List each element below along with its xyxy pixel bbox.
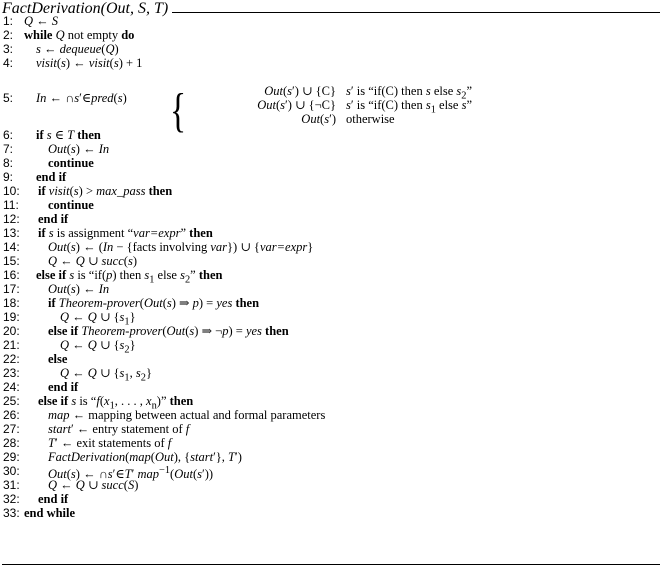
line-code: T′ ← exit statements of f	[48, 436, 172, 450]
line-number: 23:	[3, 366, 20, 380]
line-number: 6:	[3, 128, 14, 142]
line-number: 8:	[3, 156, 14, 170]
line-number: 7:	[3, 142, 14, 156]
line-code: continue	[48, 156, 94, 170]
line-number: 13:	[3, 226, 20, 240]
line-code: if s is assignment “var=expr” then	[38, 226, 213, 240]
line-number: 32:	[3, 492, 20, 506]
line-number: 16:	[3, 268, 20, 282]
line-number: 22:	[3, 352, 20, 366]
case-condition: otherwise	[346, 112, 395, 126]
line-code: Out(s) ← In	[48, 282, 110, 296]
line-code: Out(s) ← (In − {facts involving var}) ∪ …	[48, 240, 314, 254]
line-number: 26:	[3, 408, 20, 422]
line-number: 10:	[3, 184, 20, 198]
algorithm-header: FactDerivation(Out, S, T)	[2, 0, 660, 18]
line-number: 21:	[3, 338, 20, 352]
line-number: 30:	[3, 464, 20, 478]
line-number: 29:	[3, 450, 20, 464]
line-code: if visit(s) > max_pass then	[38, 184, 173, 198]
line-number: 27:	[3, 422, 20, 436]
line-number: 24:	[3, 380, 20, 394]
case-expression: Out(s′)	[301, 112, 336, 126]
line-number: 25:	[3, 394, 20, 408]
line-code: else if Theorem-prover(Out(s) ⇒ ¬p) = ye…	[48, 324, 289, 338]
case-expression: Out(s′) ∪ {¬C}	[257, 98, 336, 112]
left-brace: {	[170, 84, 187, 137]
line-code: Q ← Q ∪ succ(s)	[48, 254, 137, 268]
line-number: 15:	[3, 254, 20, 268]
line-code: start′ ← entry statement of f	[48, 422, 190, 436]
line-number: 5:	[3, 91, 14, 105]
line-code: map ← mapping between actual and formal …	[48, 408, 326, 422]
line-number: 9:	[3, 170, 14, 184]
line-number: 18:	[3, 296, 20, 310]
line-code: FactDerivation(map(Out), {start′}, T′)	[48, 450, 242, 464]
line-code: if s ∈ T then	[36, 128, 101, 142]
line-code: s ← dequeue(Q)	[36, 42, 119, 56]
line-code: Q ← Q ∪ succ(S)	[48, 478, 139, 492]
line-number: 3:	[3, 42, 14, 56]
line-number: 4:	[3, 56, 14, 70]
line-code: Q ← S	[24, 14, 59, 28]
line-number: 31:	[3, 478, 20, 492]
line-code: if Theorem-prover(Out(s) ⇒ p) = yes then	[48, 296, 260, 310]
case-expression: Out(s′) ∪ {C}	[264, 84, 336, 98]
line-code: while Q not empty do	[24, 28, 135, 42]
bottom-rule	[2, 564, 660, 565]
line-code: visit(s) ← visit(s) + 1	[36, 56, 143, 70]
line-number: 11:	[3, 198, 19, 212]
line-number: 17:	[3, 282, 20, 296]
line-number: 28:	[3, 436, 20, 450]
line-number: 14:	[3, 240, 20, 254]
line-code: Q ← Q ∪ {s2}	[60, 338, 136, 356]
line-number: 20:	[3, 324, 20, 338]
line-code: In ← ∩s′∈pred(s)	[36, 91, 127, 105]
line-code: end if	[38, 212, 69, 226]
line-code: end if	[48, 380, 79, 394]
line-code: Out(s) ← In	[48, 142, 110, 156]
line-code: end while	[24, 506, 76, 520]
line-code: end if	[36, 170, 67, 184]
line-code: else	[48, 352, 68, 366]
line-code: continue	[48, 198, 94, 212]
line-number: 19:	[3, 310, 20, 324]
line-number: 12:	[3, 212, 20, 226]
line-code: end if	[38, 492, 69, 506]
